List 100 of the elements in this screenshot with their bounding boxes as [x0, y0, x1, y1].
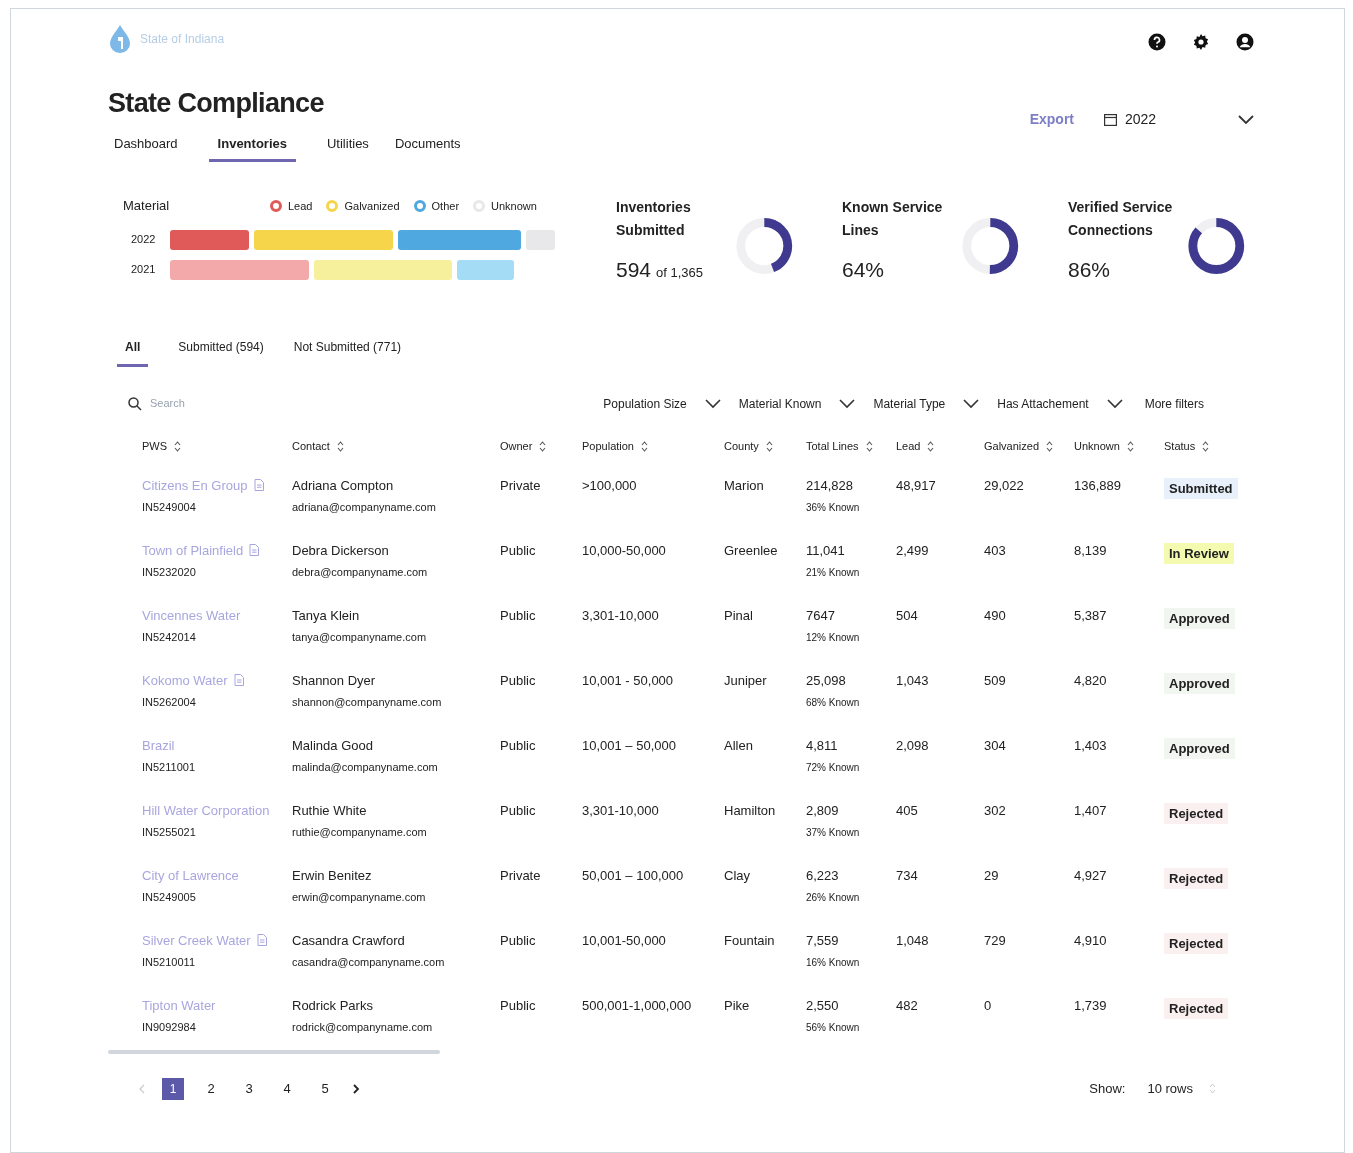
- table-cell-text: 4,820: [1074, 671, 1108, 690]
- table-cell-text: 1,048: [896, 931, 930, 950]
- export-button[interactable]: Export: [1029, 109, 1074, 130]
- column-header[interactable]: Unknown: [1074, 438, 1164, 455]
- pws-id: IN9092984: [142, 1020, 197, 1035]
- next-page-button[interactable]: [352, 1083, 360, 1094]
- known-percentage: 26% Known: [806, 891, 861, 905]
- horizontal-scrollbar[interactable]: [108, 1049, 440, 1054]
- filter-dropdown[interactable]: Has Attachement: [997, 394, 1123, 413]
- pws-id: IN5249005: [142, 890, 197, 905]
- table-cell-text: 2,499: [896, 541, 930, 560]
- contact-name: Adriana Compton: [292, 476, 395, 495]
- page-button[interactable]: 4: [276, 1077, 298, 1100]
- more-filters-button[interactable]: More filters: [1144, 394, 1204, 413]
- nav-tab[interactable]: Inventories: [208, 133, 296, 162]
- nav-tab[interactable]: Utilities: [317, 133, 378, 162]
- column-header[interactable]: Galvanized: [984, 438, 1074, 455]
- table-cell-text: Clay: [724, 866, 751, 885]
- table-cell-text: 10,000-50,000: [582, 541, 667, 560]
- table-cell-text: 7,559: [806, 931, 840, 950]
- table-cell-text: 7647: [806, 606, 836, 625]
- pws-id: IN5249004: [142, 500, 197, 515]
- table-cell-text: Fountain: [724, 931, 776, 950]
- page-button[interactable]: 1: [162, 1077, 184, 1100]
- table-cell-text: >100,000: [582, 476, 638, 495]
- table-cell-text: Pike: [724, 996, 751, 1015]
- table-cell-text: Public: [500, 931, 537, 950]
- page-button[interactable]: 5: [314, 1077, 336, 1100]
- sort-arrows-icon: [927, 441, 935, 452]
- table-cell-text: Public: [500, 801, 537, 820]
- settings-button[interactable]: [1192, 33, 1210, 51]
- table-cell-text: 2,809: [806, 801, 840, 820]
- contact-email: erwin@companyname.com: [292, 890, 427, 905]
- filter-dropdown[interactable]: Material Known: [738, 394, 856, 413]
- page-button[interactable]: 3: [238, 1077, 260, 1100]
- stat-title: Inventories Submitted: [616, 198, 692, 240]
- search-field[interactable]: Search: [150, 395, 270, 412]
- table-cell-text: Public: [500, 996, 537, 1015]
- sort-arrows-icon: [1046, 441, 1054, 452]
- nav-tab[interactable]: Documents: [385, 133, 470, 162]
- pws-id: IN5232020: [142, 565, 197, 580]
- table-cell-text: 500,001-1,000,000: [582, 996, 693, 1015]
- filter-tab[interactable]: Submitted (594): [178, 337, 264, 367]
- page-button[interactable]: 2: [200, 1077, 222, 1100]
- column-header[interactable]: County: [724, 438, 806, 455]
- pws-id: IN5211001: [142, 760, 196, 775]
- column-header[interactable]: Owner: [500, 438, 582, 455]
- table-cell-text: Hamilton: [724, 801, 777, 820]
- table-cell-text: 734: [896, 866, 919, 885]
- stat-title: Verified Service Connections: [1068, 198, 1174, 240]
- column-header[interactable]: Lead: [896, 438, 984, 455]
- known-percentage: 56% Known: [806, 1021, 861, 1035]
- table-cell-text: 214,828: [806, 476, 854, 495]
- contact-name: Erwin Benitez: [292, 866, 373, 885]
- nav-tab[interactable]: Dashboard: [105, 133, 187, 162]
- brand-name: State of Indiana: [140, 31, 225, 48]
- status-badge: Approved: [1164, 607, 1235, 629]
- filter-dropdown[interactable]: Population Size: [603, 394, 721, 413]
- status-badge: Rejected: [1164, 997, 1229, 1019]
- stat-value: 64%: [842, 257, 885, 283]
- status-badge: Rejected: [1164, 802, 1229, 824]
- column-header[interactable]: Total Lines: [806, 438, 896, 455]
- table-cell-text: 10,001 – 50,000: [582, 736, 677, 755]
- table-cell-text: 504: [896, 606, 919, 625]
- page-title: State Compliance: [108, 87, 325, 120]
- known-percentage: 16% Known: [806, 956, 861, 970]
- contact-name: Malinda Good: [292, 736, 374, 755]
- year-dropdown[interactable]: 2022: [1104, 109, 1254, 130]
- table-cell-text: 405: [896, 801, 919, 820]
- pws-id: IN5255021: [142, 825, 197, 840]
- table-cell-text: 6,223: [806, 866, 840, 885]
- table-cell-text: 5,387: [1074, 606, 1108, 625]
- column-header[interactable]: Status: [1164, 438, 1274, 455]
- column-header[interactable]: PWS: [142, 438, 292, 455]
- known-percentage: 21% Known: [806, 566, 861, 580]
- table-cell-text: 1,407: [1074, 801, 1108, 820]
- chevron-down-icon: [1238, 114, 1254, 125]
- pws-id: IN5210011: [142, 955, 196, 970]
- column-header[interactable]: Population: [582, 438, 724, 455]
- table-cell-text: 1,739: [1074, 996, 1108, 1015]
- contact-email: adriana@companyname.com: [292, 500, 437, 515]
- table-cell-text: 2,550: [806, 996, 840, 1015]
- contact-email: casandra@companyname.com: [292, 955, 446, 970]
- sort-arrows-icon: [865, 441, 873, 452]
- filter-tab[interactable]: All: [117, 337, 149, 367]
- contact-email: ruthie@companyname.com: [292, 825, 428, 840]
- rows-per-page-select[interactable]: 10 rows: [1147, 1078, 1216, 1099]
- account-button[interactable]: [1236, 33, 1254, 51]
- table-cell-text: 10,001-50,000: [582, 931, 667, 950]
- filter-dropdown[interactable]: Material Type: [873, 394, 980, 413]
- table-cell-text: 482: [896, 996, 919, 1015]
- search-icon: [128, 396, 142, 411]
- filter-tab[interactable]: Not Submitted (771): [293, 337, 402, 367]
- table-cell-text: Public: [500, 671, 537, 690]
- pws-id: IN5242014: [142, 630, 197, 645]
- help-button[interactable]: [1148, 33, 1166, 51]
- contact-email: debra@companyname.com: [292, 565, 429, 580]
- known-percentage: 37% Known: [806, 826, 861, 840]
- column-header[interactable]: Contact: [292, 438, 500, 455]
- legend-label: Lead: [288, 198, 313, 214]
